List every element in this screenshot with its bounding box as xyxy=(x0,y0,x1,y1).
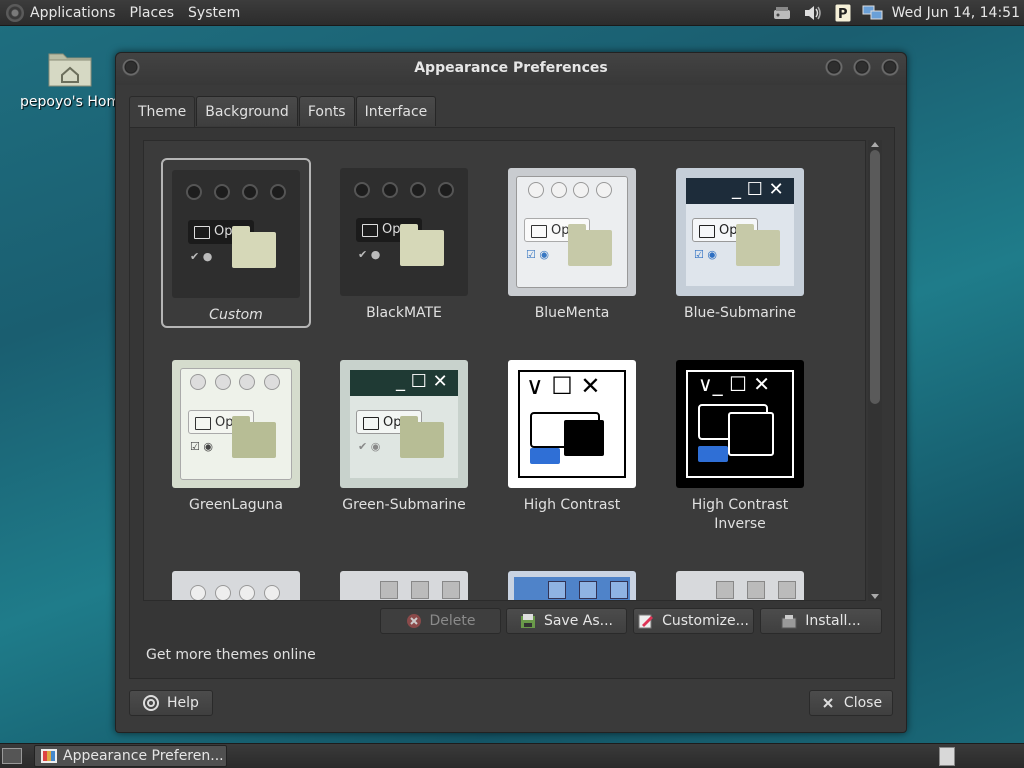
volume-icon[interactable] xyxy=(802,3,824,23)
customize-label: Customize... xyxy=(662,613,749,629)
theme-partial[interactable] xyxy=(329,561,479,600)
bottom-panel: Appearance Preferen... xyxy=(0,743,1024,768)
theme-blue-submarine[interactable]: _ ☐ ✕ Open ☑ ◉ Blue-Submarine xyxy=(665,158,815,323)
tab-interface[interactable]: Interface xyxy=(355,96,437,126)
menu-places[interactable]: Places xyxy=(130,5,175,21)
system-tray: P Wed Jun 14, 14:51 xyxy=(772,0,1024,26)
install-label: Install... xyxy=(805,613,861,629)
save-as-label: Save As... xyxy=(543,613,614,629)
theme-partial[interactable] xyxy=(497,561,647,600)
theme-name: High Contrast xyxy=(523,497,621,513)
scrollbar-thumb[interactable] xyxy=(870,150,880,404)
save-as-button[interactable]: Save As... xyxy=(506,608,627,634)
help-button[interactable]: Help xyxy=(129,690,213,716)
workspace-switcher[interactable] xyxy=(939,747,955,766)
delete-label: Delete xyxy=(429,613,476,629)
theme-name: High Contrast Inverse xyxy=(691,497,789,532)
show-desktop-icon[interactable] xyxy=(2,748,22,764)
theme-partial[interactable] xyxy=(665,561,815,600)
theme-thumbnail xyxy=(508,571,636,600)
theme-thumbnail: ∨ ☐ ✕ xyxy=(508,360,636,488)
taskbar-item-label: Appearance Preferen... xyxy=(63,748,224,764)
home-label: pepoyo's Home xyxy=(20,94,116,110)
customize-icon xyxy=(638,613,654,629)
theme-thumbnail xyxy=(172,571,300,600)
theme-name: BlackMATE xyxy=(366,305,442,321)
theme-name: Custom xyxy=(209,307,263,323)
maximize-icon[interactable] xyxy=(853,59,871,77)
theme-high-contrast-inverse[interactable]: ∨_ ☐ ✕ High Contrast Inverse xyxy=(665,350,815,534)
theme-name: BlueMenta xyxy=(534,305,610,321)
close-label: Close xyxy=(843,695,883,711)
window-titlebar[interactable]: Appearance Preferences xyxy=(116,53,906,85)
theme-partial[interactable] xyxy=(161,561,311,600)
close-icon xyxy=(820,695,836,711)
get-more-themes-link[interactable]: Get more themes online xyxy=(146,647,316,663)
tab-background[interactable]: Background xyxy=(196,96,298,126)
theme-name: Green-Submarine xyxy=(342,497,466,513)
svg-text:P: P xyxy=(838,7,848,22)
install-icon xyxy=(781,613,797,629)
theme-thumbnail: Open ☑ ◉ xyxy=(508,168,636,296)
theme-thumbnail: _ ☐ ✕ Open ☑ ◉ xyxy=(676,168,804,296)
theme-grid[interactable]: Open ✔ ● Custom Open ✔ ● BlackMATE xyxy=(143,140,866,601)
theme-name: Blue-Submarine xyxy=(683,305,797,321)
theme-thumbnail: Open ✔ ● xyxy=(340,168,468,296)
theme-grid-scrollbar[interactable] xyxy=(868,140,882,601)
clock[interactable]: Wed Jun 14, 14:51 xyxy=(892,5,1020,21)
network-icon[interactable] xyxy=(862,3,884,23)
delete-button[interactable]: Delete xyxy=(380,608,501,634)
close-window-icon[interactable] xyxy=(881,59,899,77)
home-folder-icon xyxy=(47,48,93,88)
theme-bluementa[interactable]: Open ☑ ◉ BlueMenta xyxy=(497,158,647,323)
theme-custom[interactable]: Open ✔ ● Custom xyxy=(161,158,311,328)
scroll-up-icon[interactable] xyxy=(871,142,879,147)
help-icon xyxy=(143,695,160,711)
theme-thumbnail xyxy=(676,571,804,600)
parcellite-icon[interactable]: P xyxy=(832,3,854,23)
mate-logo-icon[interactable] xyxy=(6,3,24,22)
taskbar-item-appearance-preferences[interactable]: Appearance Preferen... xyxy=(34,745,227,767)
theme-name: GreenLaguna xyxy=(189,497,283,513)
desktop-home-icon[interactable]: pepoyo's Home xyxy=(20,48,120,110)
theme-thumbnail: Open ☑ ◉ xyxy=(172,360,300,488)
help-label: Help xyxy=(167,695,199,711)
theme-high-contrast[interactable]: ∨ ☐ ✕ High Contrast xyxy=(497,350,647,515)
theme-greenlaguna[interactable]: Open ☑ ◉ GreenLaguna xyxy=(161,350,311,515)
delete-icon xyxy=(406,613,422,629)
network-wired-icon[interactable] xyxy=(772,3,794,23)
theme-thumbnail: Open ✔ ● xyxy=(172,170,300,298)
minimize-icon[interactable] xyxy=(825,59,843,77)
tab-bar: Theme Background Fonts Interface xyxy=(129,96,437,128)
window-title: Appearance Preferences xyxy=(414,60,608,76)
menu-system[interactable]: System xyxy=(188,5,240,21)
top-panel: Applications Places System P Wed Jun 14,… xyxy=(0,0,1024,26)
theme-blackmate[interactable]: Open ✔ ● BlackMATE xyxy=(329,158,479,323)
tab-theme[interactable]: Theme xyxy=(129,96,196,128)
customize-button[interactable]: Customize... xyxy=(633,608,754,634)
theme-thumbnail: ∨_ ☐ ✕ xyxy=(676,360,804,488)
menu-applications[interactable]: Applications xyxy=(30,5,116,21)
install-button[interactable]: Install... xyxy=(760,608,882,634)
appearance-preferences-window: Appearance Preferences Theme Background … xyxy=(115,52,907,733)
theme-thumbnail xyxy=(340,571,468,600)
theme-green-submarine[interactable]: _ ☐ ✕ Open ✔ ◉ Green-Submarine xyxy=(329,350,479,515)
close-button[interactable]: Close xyxy=(809,690,893,716)
save-icon xyxy=(520,613,536,629)
theme-thumbnail: _ ☐ ✕ Open ✔ ◉ xyxy=(340,360,468,488)
scroll-down-icon[interactable] xyxy=(871,594,879,599)
appearance-app-icon xyxy=(41,749,57,763)
tab-fonts[interactable]: Fonts xyxy=(298,96,355,126)
